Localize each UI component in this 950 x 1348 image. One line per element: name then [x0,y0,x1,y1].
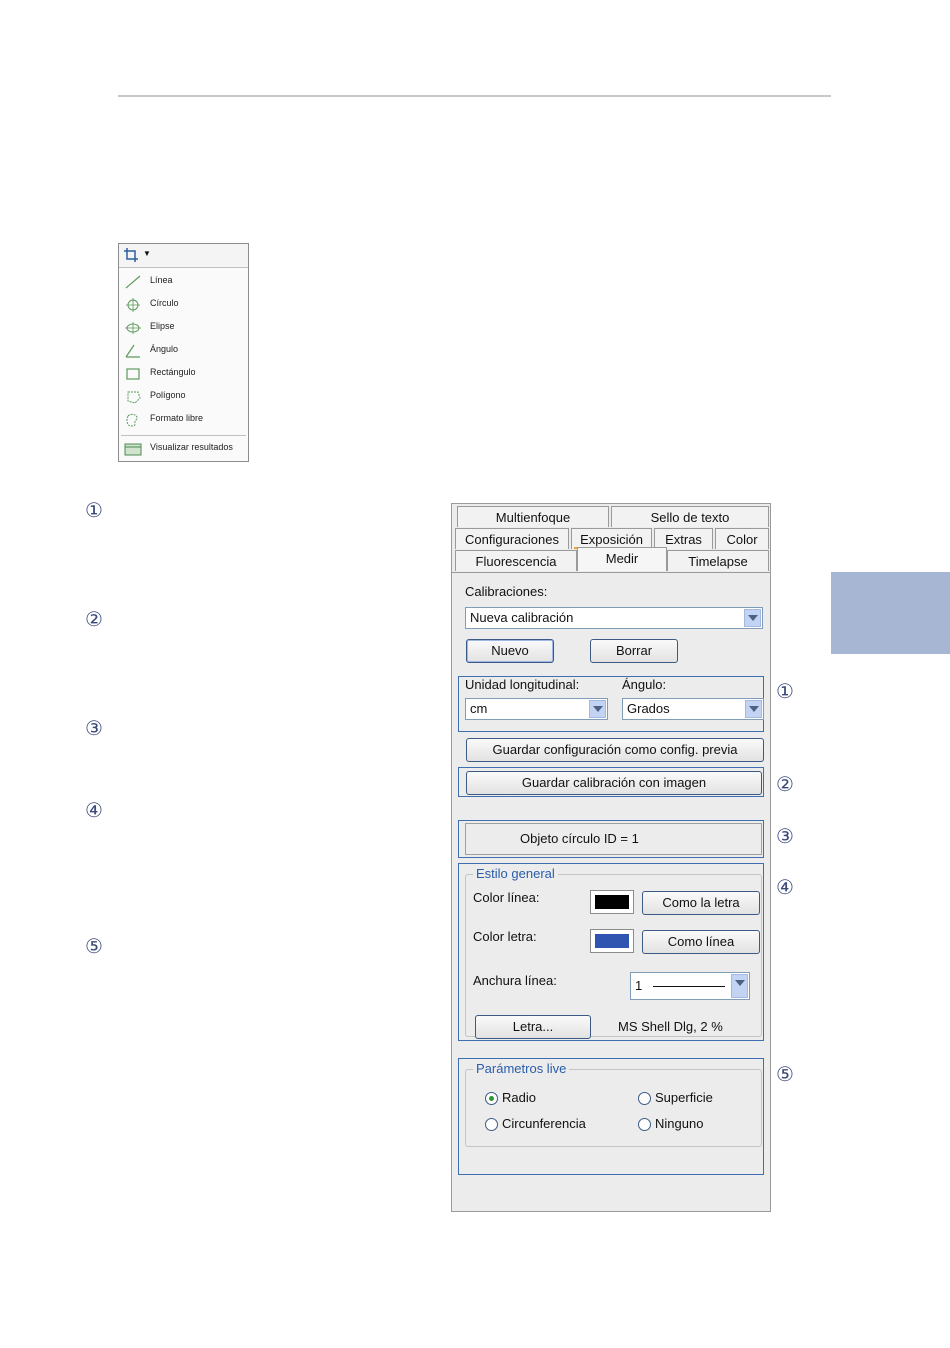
delete-calibration-button[interactable]: Borrar [590,639,678,663]
measure-tool-button[interactable]: ▼ [119,244,248,268]
radio-radio-label: Radio [502,1090,536,1105]
menu-item-circle[interactable]: Círculo [119,294,248,316]
menu-item-label: Círculo [150,298,179,308]
menu-item-label: Polígono [150,390,186,400]
callout-2-right: ② [776,772,794,796]
line-sample-icon [653,986,725,987]
text-color-swatch[interactable] [590,929,634,953]
new-calibration-button[interactable]: Nuevo [466,639,554,663]
radio-superficie-label: Superficie [655,1090,713,1105]
font-value: MS Shell Dlg, 2 % [618,1019,723,1034]
callout-3-right: ③ [776,824,794,848]
tab-sello-de-texto[interactable]: Sello de texto [611,506,769,527]
callout-4: ④ [85,798,103,822]
length-unit-value: cm [470,701,488,716]
callout-1: ① [85,498,103,522]
line-width-label: Anchura línea: [473,973,557,988]
chevron-down-icon[interactable] [745,700,762,718]
line-color-label: Color línea: [473,890,540,905]
line-icon [125,275,141,289]
callout-3: ③ [85,716,103,740]
object-info-box: Objeto círculo ID = 1 [465,823,762,855]
line-width-select[interactable]: 1 [630,972,750,1000]
menu-item-ellipse[interactable]: Elipse [119,317,248,339]
menu-item-label: Rectángulo [150,367,196,377]
tab-configuraciones[interactable]: Configuraciones [455,528,569,549]
tab-fluorescencia[interactable]: Fluorescencia [455,550,577,571]
save-calibration-button[interactable]: Guardar calibración con imagen [466,771,762,795]
rectangle-icon [126,368,140,380]
calibration-label: Calibraciones: [465,584,548,599]
menu-divider [121,435,246,436]
menu-item-label: Línea [150,275,173,285]
radio-radio[interactable] [485,1092,498,1105]
angle-unit-label: Ángulo: [622,677,667,692]
text-color-label: Color letra: [473,929,537,944]
callout-5: ⑤ [85,934,103,958]
measure-settings-panel: Multienfoque Sello de texto Configuracio… [451,503,771,1212]
tab-medir[interactable]: Medir [577,547,667,571]
menu-item-label: Elipse [150,321,175,331]
length-unit-select[interactable]: cm [465,698,608,720]
dropdown-arrow-icon[interactable]: ▼ [143,249,151,258]
tab-multienfoque[interactable]: Multienfoque [457,506,609,527]
radio-circunferencia[interactable] [485,1118,498,1131]
callout-1-right: ① [776,679,794,703]
tab-content-border [452,572,770,573]
chevron-down-icon[interactable] [589,700,606,718]
radio-circunferencia-label: Circunferencia [502,1116,586,1131]
menu-item-polygon[interactable]: Polígono [119,386,248,408]
tab-extras[interactable]: Extras [654,528,713,549]
style-group-title: Estilo general [473,866,558,881]
freeform-icon [126,413,138,427]
save-config-button[interactable]: Guardar configuración como config. previ… [466,738,764,762]
menu-item-label: Visualizar resultados [150,442,233,452]
chevron-down-icon[interactable] [744,609,761,627]
line-color-fill [595,895,629,909]
font-button[interactable]: Letra... [475,1015,591,1039]
radio-ninguno-label: Ninguno [655,1116,704,1131]
crop-icon [124,248,138,262]
tab-exposicion[interactable]: Exposición [571,528,652,549]
chevron-down-icon[interactable] [731,974,748,998]
menu-item-label: Ángulo [150,344,179,354]
length-unit-label: Unidad longitudinal: [465,677,580,692]
object-info-text: Objeto círculo ID = 1 [520,831,639,846]
callout-5-right: ⑤ [776,1062,794,1086]
line-width-value: 1 [635,978,643,993]
tab-timelapse[interactable]: Timelapse [667,550,769,571]
callout-2: ② [85,607,103,631]
live-params-group [465,1069,762,1147]
radio-ninguno[interactable] [638,1118,651,1131]
header-rule [118,95,831,97]
angle-icon [125,344,140,358]
like-text-button[interactable]: Como la letra [642,891,760,915]
menu-item-rectangle[interactable]: Rectángulo [119,363,248,385]
callout-4-right: ④ [776,875,794,899]
ellipse-icon [125,322,141,334]
chapter-side-tab [831,572,950,654]
measure-tool-menu: ▼ Línea Círculo Elipse Ángulo Rectángulo… [118,243,249,462]
menu-item-angle[interactable]: Ángulo [119,340,248,362]
live-params-title: Parámetros live [473,1061,570,1076]
angle-unit-value: Grados [627,701,670,716]
circle-icon [126,298,140,312]
menu-item-freeform[interactable]: Formato libre [119,409,248,431]
radio-superficie[interactable] [638,1092,651,1105]
text-color-fill [595,934,629,948]
line-color-swatch[interactable] [590,890,634,914]
like-line-button[interactable]: Como línea [642,930,760,954]
calibration-select[interactable]: Nueva calibración [465,607,763,629]
calibration-value: Nueva calibración [470,610,574,625]
menu-item-label: Formato libre [150,413,204,423]
menu-item-line[interactable]: Línea [119,271,248,293]
angle-unit-select[interactable]: Grados [622,698,764,720]
results-table-icon [124,443,142,456]
menu-item-show-results[interactable]: Visualizar resultados [119,438,248,460]
tab-color[interactable]: Color [715,528,769,549]
polygon-icon [127,391,141,404]
